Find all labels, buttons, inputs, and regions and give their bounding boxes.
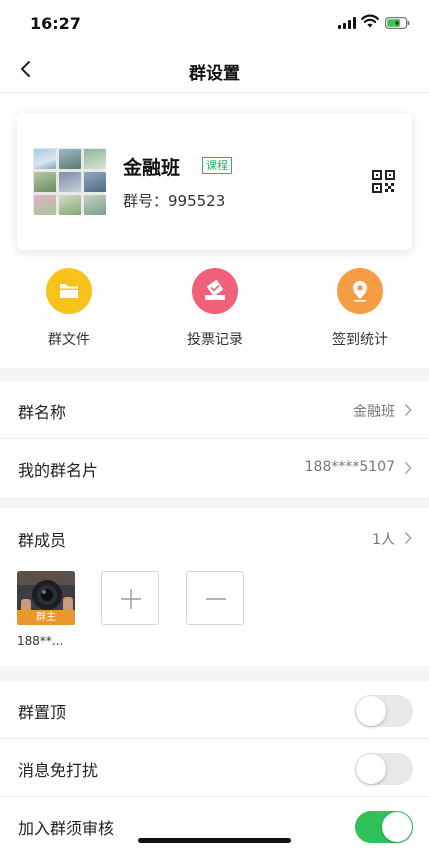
- remove-member-button[interactable]: [186, 571, 244, 625]
- vote-records-label: 投票记录: [187, 332, 243, 348]
- members-count: 1人: [372, 532, 395, 548]
- pin-group-switch[interactable]: [355, 695, 413, 727]
- group-number: 群号：995523: [123, 192, 226, 210]
- pin-group-label: 群置顶: [18, 703, 67, 722]
- group-name-row[interactable]: 群名称 金融班: [0, 381, 429, 439]
- nav-bar: 群设置: [0, 46, 429, 93]
- mute-label: 消息免打扰: [18, 761, 99, 780]
- page-title: 群设置: [189, 64, 240, 84]
- my-card-value: 188****5107: [304, 459, 395, 475]
- join-approval-label: 加入群须审核: [18, 819, 115, 838]
- add-member-button[interactable]: [101, 571, 159, 625]
- group-name-label: 群名称: [18, 403, 67, 422]
- members-label: 群成员: [18, 531, 67, 550]
- chevron-right-icon: [404, 461, 412, 475]
- group-avatar: [33, 148, 106, 215]
- mute-switch[interactable]: [355, 753, 413, 785]
- my-card-label: 我的群名片: [18, 461, 99, 480]
- checkin-stats-button[interactable]: 签到统计: [310, 268, 410, 349]
- pin-group-row: 群置顶: [0, 681, 429, 739]
- vote-box-icon: [192, 268, 238, 314]
- members-section: 群成员 1人 群主 188**...: [0, 508, 429, 666]
- my-card-row[interactable]: 我的群名片 188****5107: [0, 439, 429, 497]
- quick-actions: 群文件 投票记录 签到统计: [0, 268, 429, 368]
- group-name: 金融班: [123, 157, 181, 179]
- group-info-section: 群名称 金融班 我的群名片 188****5107: [0, 381, 429, 497]
- mute-row: 消息免打扰: [0, 739, 429, 797]
- home-indicator: [138, 838, 291, 843]
- toggle-section: 群置顶 消息免打扰 加入群须审核: [0, 681, 429, 853]
- owner-badge: 群主: [17, 610, 75, 625]
- chevron-right-icon: [404, 531, 412, 545]
- folder-icon: [46, 268, 92, 314]
- member-avatar[interactable]: 群主: [17, 571, 75, 625]
- join-approval-row: 加入群须审核: [0, 797, 429, 853]
- member-nickname: 188**...: [17, 634, 64, 648]
- location-pin-icon: [337, 268, 383, 314]
- group-files-label: 群文件: [48, 332, 90, 348]
- battery-icon: [385, 17, 410, 29]
- chevron-right-icon: [404, 403, 412, 417]
- plus-icon: [121, 589, 141, 609]
- checkin-stats-label: 签到统计: [332, 332, 388, 348]
- course-tag: 课程: [202, 157, 232, 174]
- status-time: 16:27: [30, 14, 81, 33]
- wifi-icon: [361, 14, 379, 28]
- join-approval-switch[interactable]: [355, 811, 413, 843]
- group-files-button[interactable]: 群文件: [19, 268, 119, 349]
- signal-icon: [338, 17, 356, 29]
- status-bar: 16:27: [0, 0, 429, 46]
- group-card[interactable]: 金融班 课程 群号：995523: [17, 113, 412, 250]
- qr-code-icon[interactable]: [372, 170, 395, 193]
- group-name-value: 金融班: [353, 404, 395, 420]
- vote-records-button[interactable]: 投票记录: [165, 268, 265, 349]
- minus-icon: [206, 598, 226, 600]
